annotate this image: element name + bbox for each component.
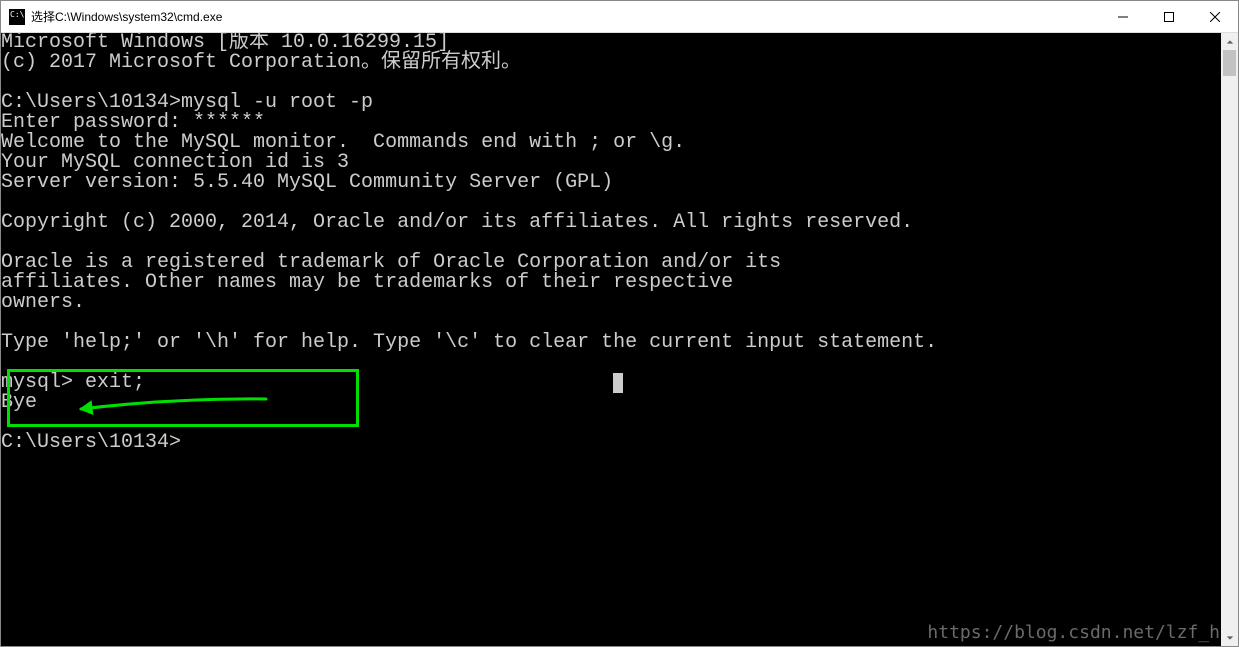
terminal-line: Enter password: ****** (1, 113, 1238, 133)
watermark-text: https://blog.csdn.net/lzf_h (927, 624, 1220, 642)
terminal-line: Copyright (c) 2000, 2014, Oracle and/or … (1, 213, 1238, 233)
terminal-line: Microsoft Windows [版本 10.0.16299.15] (1, 33, 1238, 53)
terminal-line (1, 313, 1238, 333)
cmd-icon (9, 9, 25, 25)
vertical-scrollbar[interactable] (1221, 33, 1238, 646)
close-icon (1210, 12, 1220, 22)
terminal-line: Your MySQL connection id is 3 (1, 153, 1238, 173)
scroll-down-button[interactable] (1221, 629, 1238, 646)
terminal-line: Welcome to the MySQL monitor. Commands e… (1, 133, 1238, 153)
terminal-line: C:\Users\10134>mysql -u root -p (1, 93, 1238, 113)
terminal-line: C:\Users\10134> (1, 433, 1238, 453)
cmd-window: 选择C:\Windows\system32\cmd.exe Microsoft … (0, 0, 1239, 647)
terminal-area[interactable]: Microsoft Windows [版本 10.0.16299.15](c) … (1, 33, 1238, 646)
terminal-line: Server version: 5.5.40 MySQL Community S… (1, 173, 1238, 193)
close-button[interactable] (1192, 1, 1238, 33)
scroll-up-button[interactable] (1221, 33, 1238, 50)
terminal-line: Type 'help;' or '\h' for help. Type '\c'… (1, 333, 1238, 353)
terminal-line: owners. (1, 293, 1238, 313)
terminal-line: Oracle is a registered trademark of Orac… (1, 253, 1238, 273)
scrollbar-track[interactable] (1221, 50, 1238, 629)
terminal-line (1, 233, 1238, 253)
window-title: 选择C:\Windows\system32\cmd.exe (31, 8, 222, 25)
terminal-text: mysql> exit; (1, 371, 613, 394)
chevron-down-icon (1226, 634, 1234, 642)
scrollbar-thumb[interactable] (1223, 50, 1236, 76)
titlebar[interactable]: 选择C:\Windows\system32\cmd.exe (1, 1, 1238, 33)
terminal-line: affiliates. Other names may be trademark… (1, 273, 1238, 293)
terminal-cursor (613, 373, 623, 393)
maximize-button[interactable] (1146, 1, 1192, 33)
terminal-line: Bye (1, 393, 1238, 413)
terminal-line (1, 73, 1238, 93)
terminal-line: mysql> exit; (1, 373, 1238, 393)
chevron-up-icon (1226, 38, 1234, 46)
terminal-line (1, 413, 1238, 433)
terminal-line (1, 353, 1238, 373)
minimize-button[interactable] (1100, 1, 1146, 33)
terminal-line (1, 193, 1238, 213)
maximize-icon (1164, 12, 1174, 22)
minimize-icon (1118, 12, 1128, 22)
terminal-line: (c) 2017 Microsoft Corporation。保留所有权利。 (1, 53, 1238, 73)
